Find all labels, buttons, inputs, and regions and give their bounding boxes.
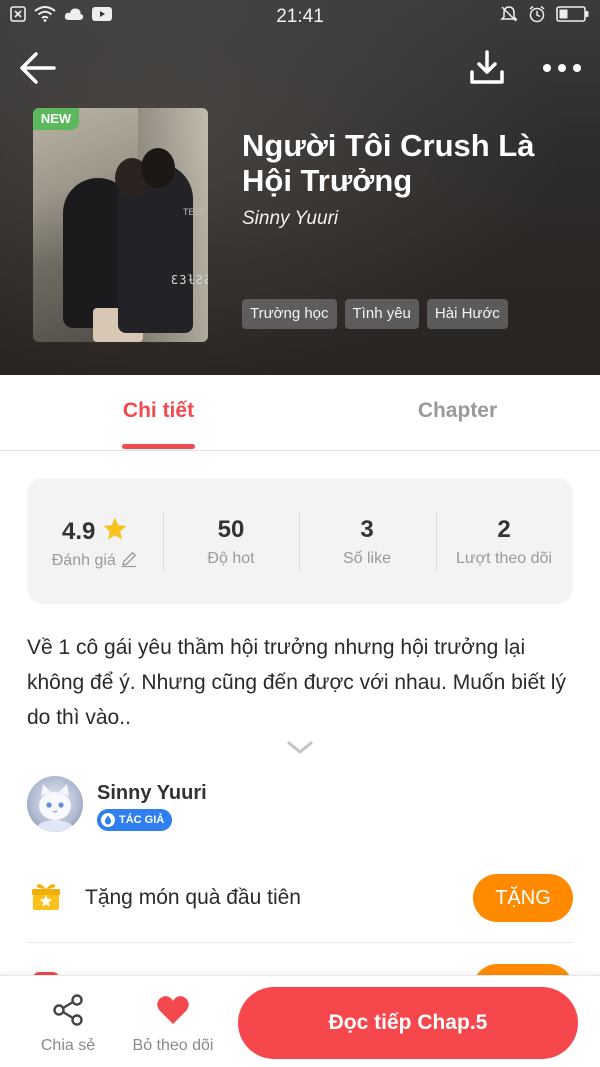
more-options-button[interactable] [538,48,586,88]
share-icon [53,994,83,1026]
unfollow-button[interactable]: Bỏ theo dõi [128,994,218,1055]
stat-value: 50 [217,516,245,543]
heart-icon [157,996,189,1024]
bell-off-icon [500,6,518,22]
stat-label: Lượt theo dõi [456,550,552,567]
chevron-down-icon [287,741,313,754]
expand-description-button[interactable] [286,738,314,758]
status-right-icons [500,5,590,23]
stat-rating[interactable]: 4.9 Đánh giá [27,478,163,604]
status-bar: 21:41 [0,0,600,34]
rating-value: 4.9 [61,518,96,545]
arrow-left-icon [20,52,56,84]
pencil-icon [122,552,137,568]
author-role-badge: TÁC GIẢ [97,809,173,831]
tab-chapter[interactable]: Chapter [300,399,600,423]
download-button[interactable] [466,46,508,88]
rating-label: Đánh giá [51,552,116,569]
author-role-label: TÁC GIẢ [119,814,165,826]
cover-shirt-print-small: TEƧИ [183,208,205,218]
stat-label: Số like [342,550,392,567]
stat-hot: 50 Độ hot [163,478,299,604]
cover-shirt-print: Ɛ3ƚƧƧ [171,273,208,287]
book-author[interactable]: Sinny Yuuri [242,208,338,230]
download-icon [470,50,504,84]
unfollow-label: Bỏ theo dõi [132,1037,214,1054]
more-dots-icon [543,64,581,72]
author-name[interactable]: Sinny Yuuri [97,782,207,805]
book-description: Về 1 cô gái yêu thầm hội trưởng nhưng hộ… [27,636,566,729]
drop-icon [101,813,115,827]
stat-value: 2 [497,516,511,543]
author-avatar[interactable] [27,776,83,832]
new-badge: NEW [33,108,79,130]
genre-tag[interactable]: Tình yêu [344,299,419,329]
book-cover[interactable]: TEƧИ Ɛ3ƚƧƧ [33,108,208,342]
share-label: Chia sẻ [40,1037,96,1054]
row-divider [27,942,573,943]
share-button[interactable]: Chia sẻ [30,994,106,1055]
battery-icon [556,6,589,22]
active-tab-indicator [122,444,195,449]
genre-tags: Trường học Tình yêu Hài Hước [242,299,508,329]
back-button[interactable] [18,48,58,88]
genre-tag[interactable]: Hài Hước [426,299,508,329]
stat-value: 3 [360,516,374,543]
alarm-icon [529,5,545,23]
gift-button[interactable]: TẶNG [473,874,573,922]
book-header: 21:41 TEƧИ Ɛ3ƚƧƧ NEW Người Tôi Crush Là … [0,0,600,375]
stat-likes: 3 Số like [299,478,435,604]
genre-tag[interactable]: Trường học [242,299,337,329]
content-tabs: Chi tiết Chapter [0,375,600,451]
stat-value: 4.9 [27,516,163,546]
continue-reading-button[interactable]: Đọc tiếp Chap.5 [238,987,578,1059]
top-navigation [0,42,600,92]
gift-icon [31,882,61,912]
cat-avatar-icon [37,784,73,832]
bottom-action-bar: Chia sẻ Bỏ theo dõi Đọc tiếp Chap.5 [0,975,600,1067]
book-title: Người Tôi Crush Là Hội Trưởng [242,128,535,198]
gift-prompt: Tặng món quà đầu tiên [85,886,301,909]
cover-figure-head [141,148,175,188]
stats-panel: 4.9 Đánh giá 50 Độ hot 3 Số like 2 Lượt … [27,478,573,604]
stat-label: Độ hot [207,550,255,567]
star-icon [103,517,127,540]
tab-details[interactable]: Chi tiết [0,399,317,423]
stat-followers: 2 Lượt theo dõi [436,478,572,604]
stat-label: Đánh giá [27,550,163,570]
